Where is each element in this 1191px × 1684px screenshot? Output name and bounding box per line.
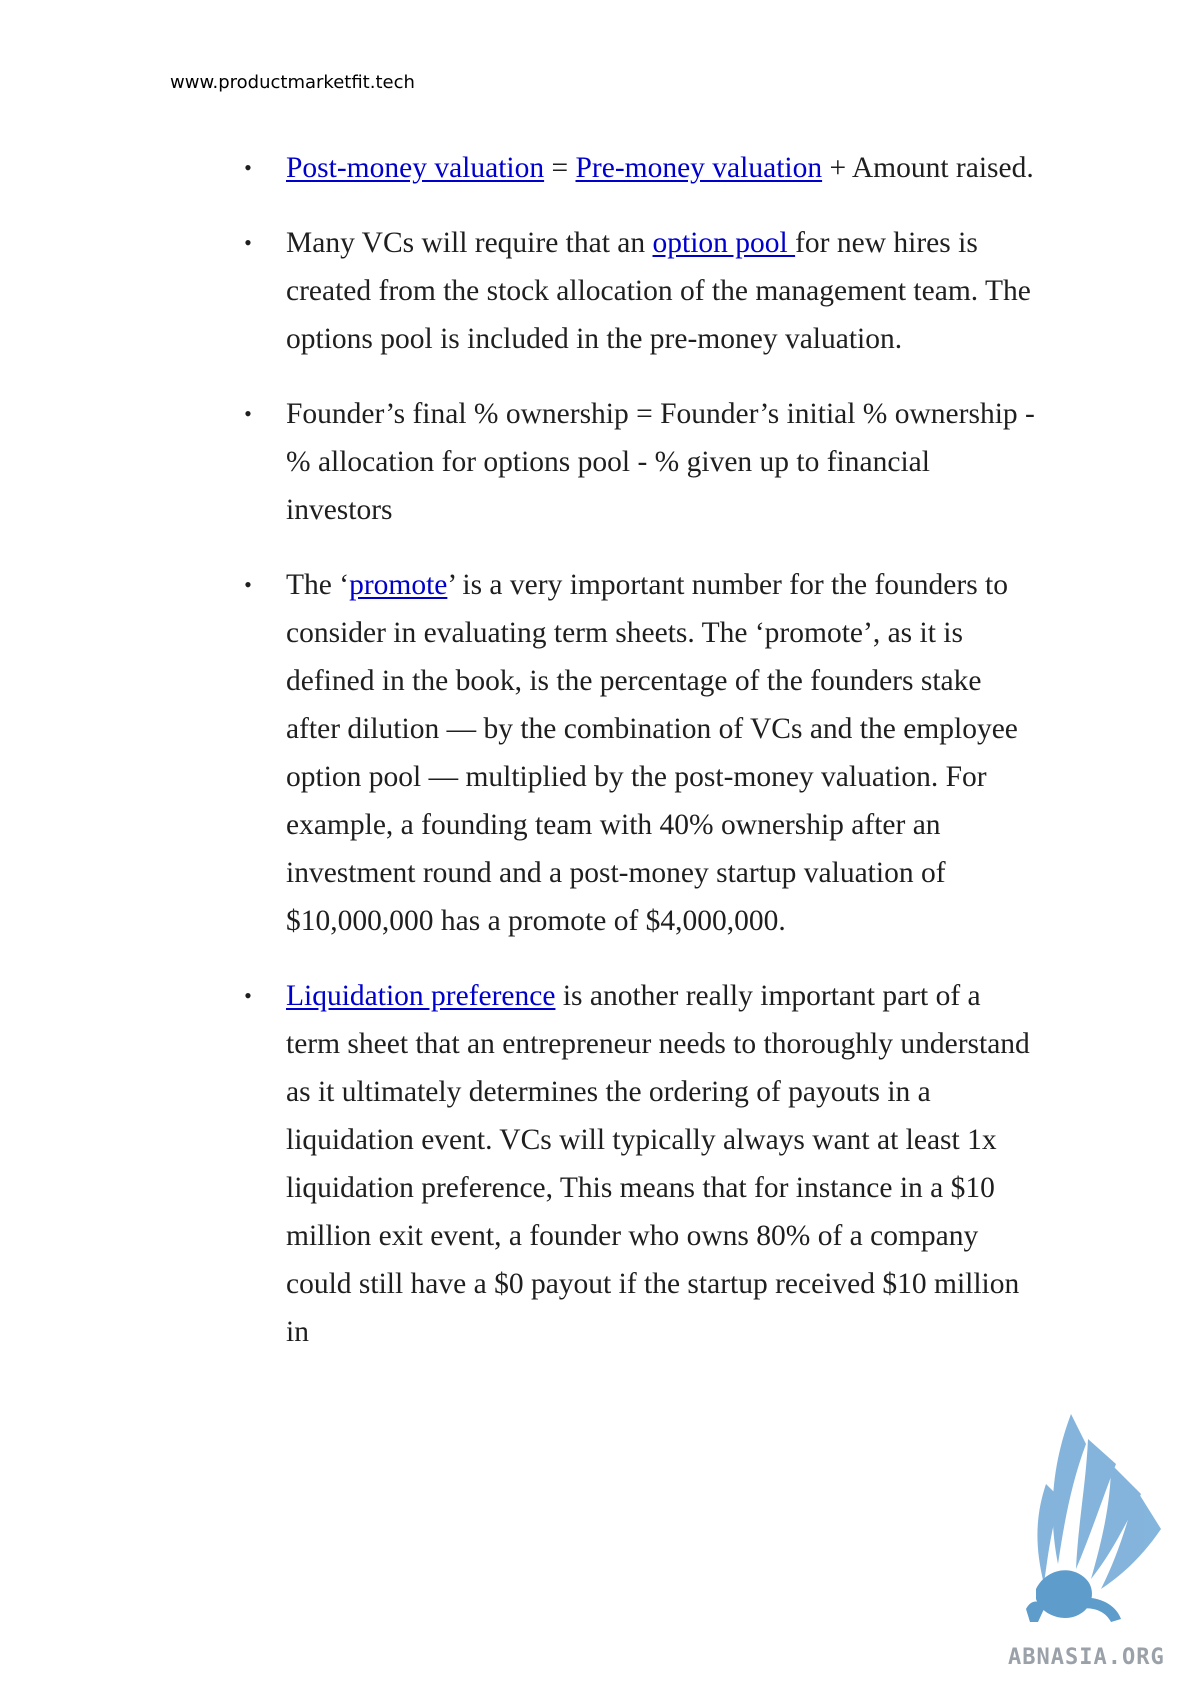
griffin-logo-icon (1026, 1414, 1161, 1622)
text-segment: is another really important part of a te… (286, 980, 1030, 1348)
liquidation-preference-link[interactable]: Liquidation preference (286, 980, 555, 1012)
text-segment: ’ is a very important number for the fou… (286, 569, 1018, 937)
bullet-dot-icon: • (244, 401, 252, 426)
list-item: • Many VCs will require that an option p… (238, 219, 1038, 363)
option-pool-link[interactable]: option pool (653, 227, 796, 259)
bullet-dot-icon: • (244, 572, 252, 597)
list-item: • The ‘promote’ is a very important numb… (238, 561, 1038, 945)
promote-link[interactable]: promote (349, 569, 447, 601)
site-url: www.productmarketfit.tech (170, 72, 415, 93)
list-item: • Liquidation preference is another real… (238, 972, 1038, 1356)
list-item: • Post-money valuation = Pre-money valua… (238, 144, 1038, 192)
text-segment: Founder’s final % ownership = Founder’s … (286, 398, 1035, 526)
document-body: • Post-money valuation = Pre-money valua… (238, 144, 1038, 1383)
text-segment: The ‘ (286, 569, 350, 601)
bullet-list: • Post-money valuation = Pre-money valua… (238, 144, 1038, 1356)
text-segment: Many VCs will require that an (286, 227, 653, 259)
bullet-dot-icon: • (244, 983, 252, 1008)
bullet-dot-icon: • (244, 155, 252, 180)
bullet-dot-icon: • (244, 230, 252, 255)
list-item: • Founder’s final % ownership = Founder’… (238, 390, 1038, 534)
text-segment: + Amount raised. (822, 152, 1034, 184)
pre-money-valuation-link[interactable]: Pre-money valuation (576, 152, 823, 184)
post-money-valuation-link[interactable]: Post-money valuation (286, 152, 544, 184)
logo-text: ABNASIA.ORG (1008, 1645, 1165, 1670)
abnasia-logo: ABNASIA.ORG (996, 1394, 1191, 1684)
text-segment: = (544, 152, 576, 184)
